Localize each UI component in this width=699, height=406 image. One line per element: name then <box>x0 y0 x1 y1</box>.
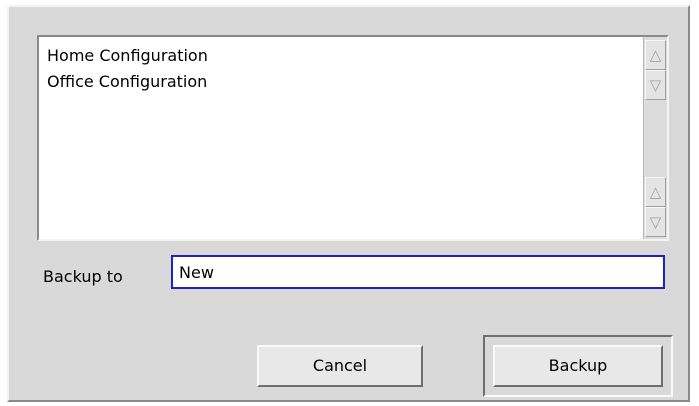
list-item-office-configuration[interactable]: Office Configuration <box>47 69 637 95</box>
backup-to-label: Backup to <box>43 267 123 286</box>
list-item-home-configuration[interactable]: Home Configuration <box>47 43 637 69</box>
list-items: Home Configuration Office Configuration <box>47 43 637 95</box>
scroll-up-bottom-icon[interactable]: △ <box>645 177 666 207</box>
backup-button[interactable]: Backup <box>493 345 663 387</box>
scroll-up-top-icon[interactable]: △ <box>645 40 666 70</box>
scroll-down-bottom-icon[interactable]: ▽ <box>645 207 666 237</box>
list-scrollbar[interactable]: △ ▽ △ ▽ <box>643 37 667 239</box>
backup-to-input[interactable] <box>171 255 665 289</box>
scroll-down-top-icon[interactable]: ▽ <box>645 70 666 100</box>
configuration-list[interactable]: Home Configuration Office Configuration … <box>37 35 669 241</box>
backup-dialog: Home Configuration Office Configuration … <box>7 5 690 402</box>
cancel-button[interactable]: Cancel <box>257 345 423 387</box>
